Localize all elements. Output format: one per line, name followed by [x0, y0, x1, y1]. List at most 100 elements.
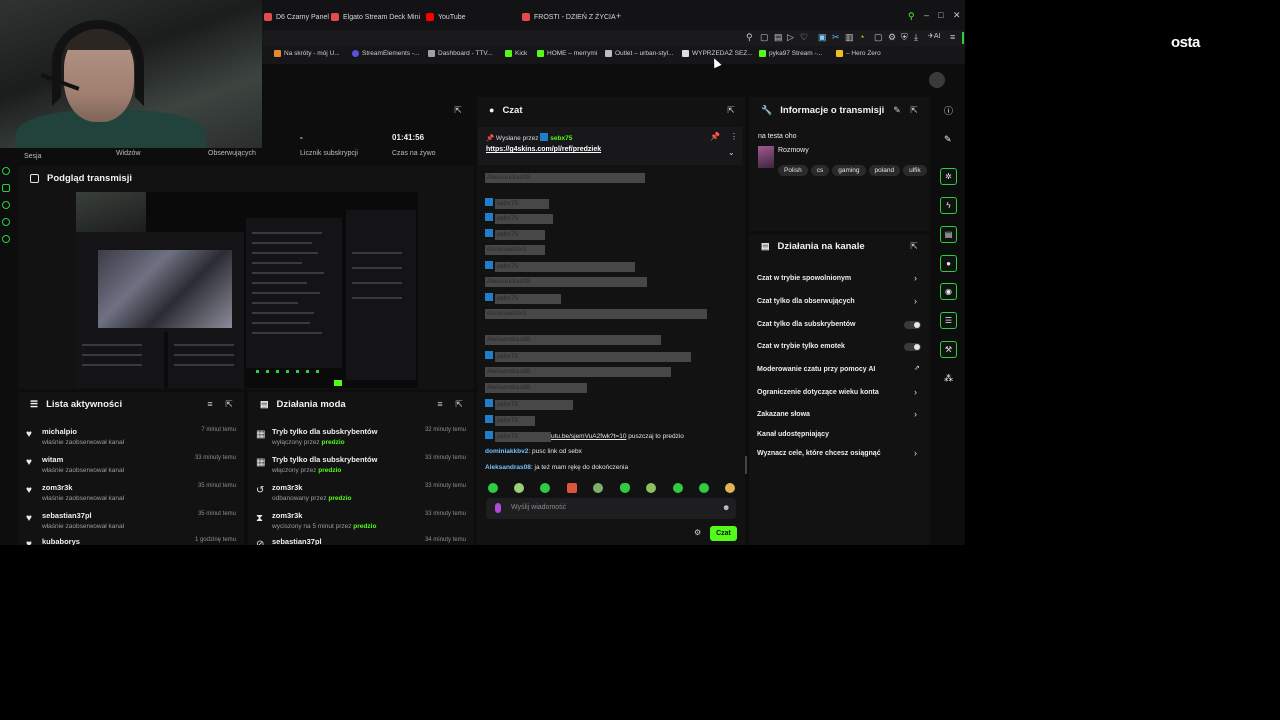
extension-icon[interactable]: ▥	[845, 32, 854, 43]
bookmark-5[interactable]: Outlet – urban-styl...	[605, 50, 674, 57]
filter-icon[interactable]: ≡	[435, 399, 445, 409]
emote-icon[interactable]	[540, 483, 550, 493]
action-slow-mode[interactable]: Czat w trybie spowolnionym	[757, 275, 851, 282]
subs-only-toggle[interactable]	[904, 321, 921, 329]
mod-action-name[interactable]: zom3r3k	[272, 511, 302, 520]
chevron-right-icon[interactable]: ›	[914, 387, 917, 397]
popout-icon[interactable]: ⇱	[909, 105, 919, 115]
info-icon[interactable]: ⓘ	[944, 104, 953, 117]
mod-action-by[interactable]: predzio	[353, 523, 376, 530]
chat-input[interactable]: Wyślij wiadomość ☻	[486, 498, 736, 519]
chevron-down-icon[interactable]: ⌄	[728, 148, 735, 157]
nav-icon[interactable]	[2, 167, 10, 175]
tag[interactable]: Polish	[778, 165, 808, 176]
microphone-icon[interactable]	[495, 503, 501, 513]
mod-action-name[interactable]: sebastian37pl	[272, 537, 322, 545]
tag[interactable]: ulfik	[903, 165, 927, 176]
popout-icon[interactable]: ⇱	[726, 105, 736, 115]
shield-icon[interactable]: ⛨	[901, 32, 908, 43]
tab-3[interactable]: FROSTI - DZIEŃ Z ŻYCIA	[522, 8, 616, 26]
send-chat-button[interactable]: Czat	[710, 526, 737, 541]
gear-icon[interactable]: ⚙	[694, 528, 701, 537]
stream-preview[interactable]	[76, 192, 418, 388]
filter-icon[interactable]: ≡	[205, 399, 215, 409]
emote-icon[interactable]	[488, 483, 498, 493]
emote-icon[interactable]	[699, 483, 709, 493]
external-link-icon[interactable]: ⇗	[914, 364, 920, 372]
mod-action-by[interactable]: predzio	[318, 467, 341, 474]
popout-icon[interactable]: ⇱	[454, 399, 464, 409]
apps-icon[interactable]: ⁂	[944, 373, 953, 384]
action-account-age[interactable]: Ograniczenie dotyczące wieku konta	[757, 389, 879, 396]
category-name[interactable]: Rozmowy	[778, 147, 809, 154]
pinned-by-user[interactable]: sebx75	[550, 135, 572, 142]
search-icon[interactable]: ⚲	[908, 11, 915, 22]
rail-button-broadcast[interactable]: ◉	[940, 283, 957, 300]
avatar[interactable]	[929, 72, 945, 88]
emote-only-toggle[interactable]	[904, 343, 921, 351]
bookmark-0[interactable]: Na skróty - mój U...	[274, 50, 340, 57]
play-icon[interactable]: ▷	[787, 32, 794, 43]
bookmark-8[interactable]: – Hero Zero	[836, 50, 881, 57]
emote-icon[interactable]	[725, 483, 735, 493]
chat-link[interactable]: utu.be/sjemVuA2fwk?t=10	[551, 433, 626, 440]
maximize-icon[interactable]: □	[938, 10, 943, 20]
bookmark-2[interactable]: Dashboard - TTV...	[428, 50, 493, 57]
reader-icon[interactable]: ▤	[774, 32, 783, 43]
bookmark-4[interactable]: HOME – merrymi	[537, 50, 597, 57]
menu-icon[interactable]: ≡	[950, 32, 955, 42]
extension-icon[interactable]: ▣	[818, 32, 827, 43]
bookmark-3[interactable]: Kick	[505, 50, 527, 57]
action-banned-words[interactable]: Zakazane słowa	[757, 411, 810, 418]
tag[interactable]: gaming	[832, 165, 866, 176]
action-followers-only[interactable]: Czat tylko dla obserwujących	[757, 298, 855, 305]
popout-icon[interactable]: ⇱	[224, 399, 234, 409]
edit-icon[interactable]: ✎	[892, 105, 902, 115]
nav-icon[interactable]	[2, 218, 10, 226]
screenshot-icon[interactable]: ▢	[760, 32, 769, 43]
heart-icon[interactable]: ♡	[800, 32, 808, 43]
pencil-icon[interactable]: ✎	[944, 134, 952, 145]
nav-icon[interactable]	[2, 201, 10, 209]
activity-name[interactable]: witam	[42, 455, 63, 464]
rail-button-doc[interactable]: ▤	[940, 226, 957, 243]
ai-icon[interactable]: ✈AI	[928, 32, 940, 40]
action-set-goals[interactable]: Wyznacz cele, które chcesz osiągnąć	[757, 450, 881, 457]
extensions-icon[interactable]: ⚙	[888, 32, 896, 43]
popout-icon[interactable]: ⇱	[453, 105, 463, 115]
activity-name[interactable]: zom3r3k	[42, 483, 72, 492]
bookmark-7[interactable]: pyka97 Stream -...	[759, 50, 822, 57]
emote-icon[interactable]	[673, 483, 683, 493]
minimize-icon[interactable]: –	[924, 10, 929, 20]
extension-icon[interactable]: ◔	[859, 32, 864, 42]
rail-button-bug[interactable]: ✲	[940, 168, 957, 185]
rail-button-wrench[interactable]: ⚒	[940, 341, 957, 358]
new-tab-icon[interactable]: +	[616, 11, 621, 21]
pin-icon[interactable]: 📌	[710, 132, 720, 141]
popout-icon[interactable]: ⇱	[909, 241, 919, 251]
tab-1[interactable]: Elgato Stream Deck Mini	[331, 8, 420, 26]
chat-scrollbar[interactable]	[745, 456, 747, 474]
pin-icon[interactable]: ⚲	[746, 32, 753, 43]
mod-action-by[interactable]: predzio	[328, 495, 351, 502]
activity-name[interactable]: sebastian37pl	[42, 511, 92, 520]
emote-icon[interactable]	[514, 483, 524, 493]
chevron-right-icon[interactable]: ›	[914, 448, 917, 458]
tag[interactable]: cs	[810, 165, 830, 176]
chat-username[interactable]: Aleksandras08	[485, 464, 531, 471]
download-icon[interactable]: ⤓	[914, 32, 918, 43]
activity-name[interactable]: kubaborys	[42, 537, 80, 545]
chevron-right-icon[interactable]: ›	[914, 296, 917, 306]
bookmark-1[interactable]: StreamElements -...	[352, 50, 419, 57]
tab-0[interactable]: D6 Czarny Panel	[264, 8, 329, 26]
chat-username[interactable]: dominiakkbv2	[485, 448, 528, 455]
tag[interactable]: poland	[868, 165, 901, 176]
extension-icon[interactable]: ▢	[874, 32, 883, 43]
emote-icon[interactable]	[620, 483, 630, 493]
nav-icon[interactable]	[2, 184, 10, 192]
action-share-channel[interactable]: Kanał udostępniający	[757, 431, 829, 438]
settings-icon[interactable]	[2, 235, 10, 243]
pinned-message[interactable]: 📌 Wysłane przez sebx75 https://g4skins.c…	[478, 127, 742, 165]
emote-icon[interactable]	[646, 483, 656, 493]
rail-button-bolt[interactable]: ϟ	[940, 197, 957, 214]
